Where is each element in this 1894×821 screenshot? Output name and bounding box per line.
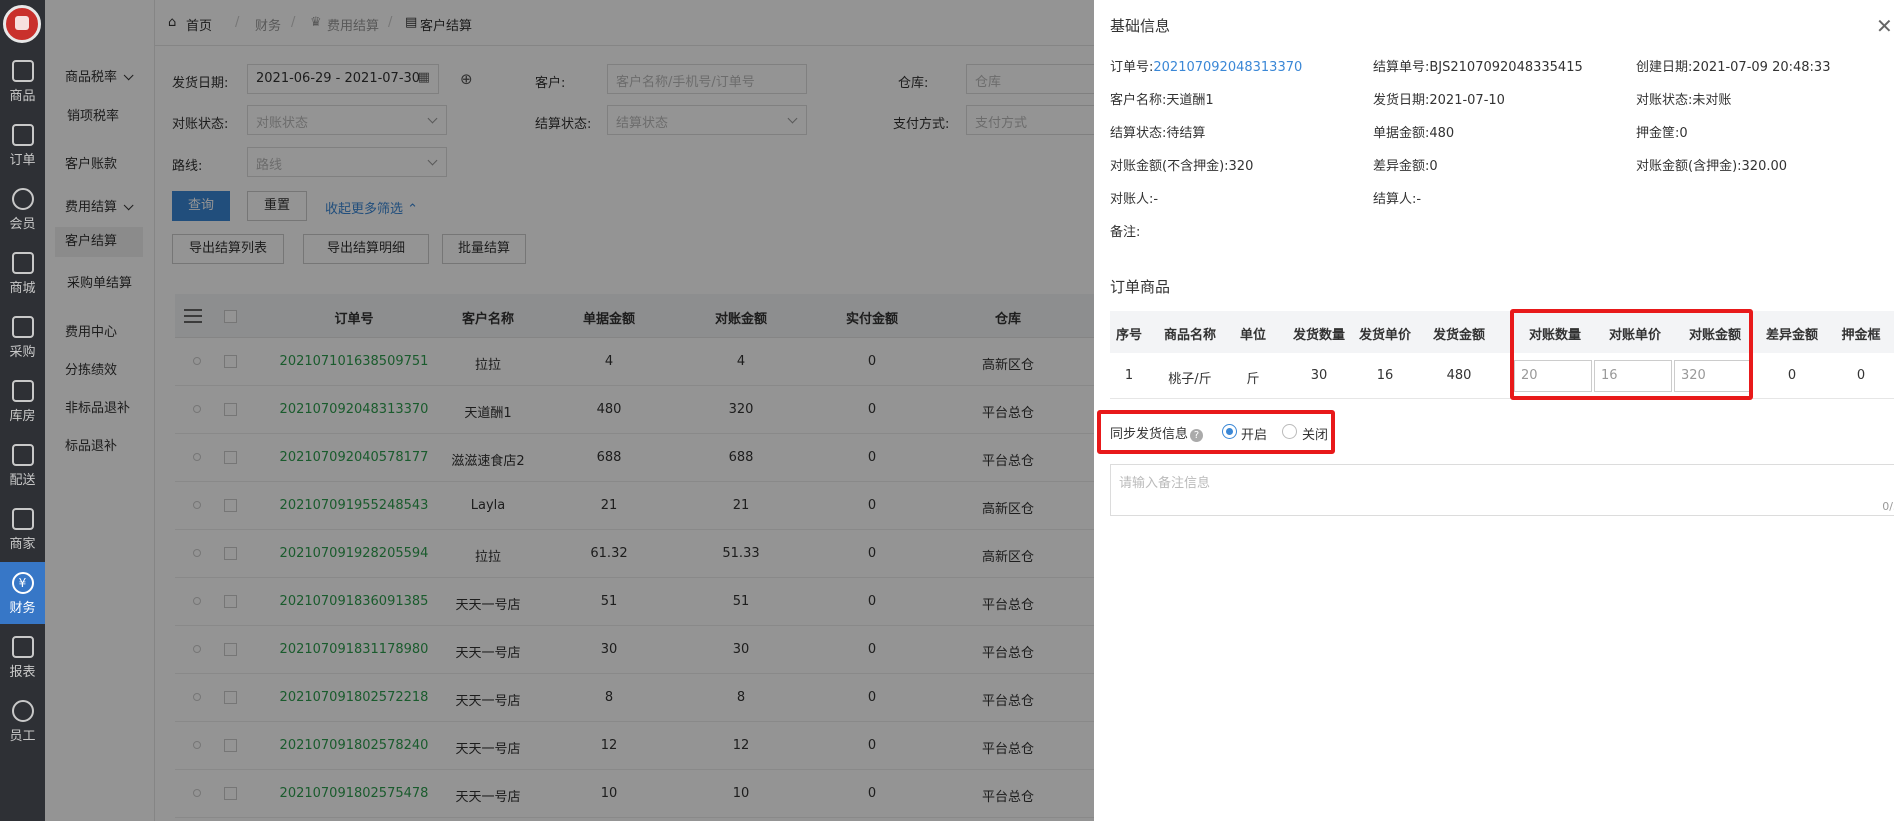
nav-item-reports[interactable]: 报表: [0, 626, 45, 688]
basic-info-title: 基础信息: [1110, 17, 1171, 35]
nav-item-staff[interactable]: 员工: [0, 690, 45, 752]
clipboard-icon: [11, 316, 34, 338]
remark-textarea[interactable]: 请输入备注信息 0/50: [1110, 464, 1894, 516]
logo-icon: [3, 5, 41, 43]
member-icon: [11, 188, 34, 210]
nav-item-orders[interactable]: 订单: [0, 114, 45, 176]
nav-item-delivery[interactable]: 配送: [0, 434, 45, 496]
sync-on-radio[interactable]: [1222, 424, 1237, 439]
order-no-link[interactable]: 202107092048313370: [1153, 60, 1302, 75]
recon-amount-ex-field: 对账金额(不含押金):320: [1110, 159, 1254, 174]
nav-item-members[interactable]: 会员: [0, 178, 45, 240]
goods-row: 1 桃子/斤 斤 30 16 480 20 16 320 0 0: [1110, 353, 1894, 399]
warehouse-icon: [11, 380, 34, 402]
yen-icon: ¥: [11, 572, 34, 594]
chart-icon: [11, 636, 34, 658]
recon-status-field: 对账状态:未对账: [1636, 93, 1732, 108]
highlight-recon-columns: [1510, 309, 1753, 400]
doc-amount-field: 单据金额:480: [1373, 126, 1455, 141]
shop-icon: [11, 508, 34, 530]
truck-icon: [11, 444, 34, 466]
help-icon[interactable]: ?: [1190, 429, 1204, 442]
staff-icon: [11, 700, 34, 722]
nav-item-finance[interactable]: ¥ 财务: [0, 562, 45, 624]
deposit-basket-field: 押金筐:0: [1636, 126, 1688, 141]
modal-overlay[interactable]: [45, 0, 1095, 821]
nav-item-purchase[interactable]: 采购: [0, 306, 45, 368]
goods-table-header: 序号 商品名称 单位 发货数量 发货单价 发货金额 对账数量 对账单价 对账金额…: [1110, 311, 1894, 353]
recon-amount-in-field: 对账金额(含押金):320.00: [1636, 159, 1788, 174]
create-date-field: 创建日期:2021-07-09 20:48:33: [1636, 60, 1831, 75]
nav-item-goods[interactable]: 商品: [0, 50, 45, 112]
remark-char-count: 0/50: [1882, 500, 1894, 513]
orders-icon: [11, 124, 34, 146]
remark-field-label: 备注:: [1110, 225, 1141, 240]
settle-no-field: 结算单号:BJS2107092048335415: [1373, 60, 1583, 75]
diff-amount-field: 差异金额:0: [1373, 159, 1438, 174]
customer-field: 客户名称:天道酬1: [1110, 93, 1214, 108]
sync-off-radio[interactable]: [1282, 424, 1297, 439]
nav-item-merchant[interactable]: 商家: [0, 498, 45, 560]
goods-icon: [11, 60, 34, 82]
nav-item-warehouse[interactable]: 库房: [0, 370, 45, 432]
sync-ship-info-label: 同步发货信息?: [1110, 423, 1204, 442]
settle-person-field: 结算人:-: [1373, 192, 1422, 207]
sync-off-label[interactable]: 关闭: [1302, 424, 1328, 443]
sync-on-label[interactable]: 开启: [1241, 424, 1267, 443]
home-icon: [11, 252, 34, 274]
settlement-detail-drawer: 基础信息 ✕ 订单号:202107092048313370 结算单号:BJS21…: [1094, 0, 1894, 821]
ship-date-field: 发货日期:2021-07-10: [1373, 93, 1505, 108]
close-icon[interactable]: ✕: [1876, 14, 1893, 38]
main-nav: 商品 订单 会员 商城 采购 库房 配送 商家 ¥ 财务 报表 员工: [0, 0, 45, 821]
recon-person-field: 对账人:-: [1110, 192, 1159, 207]
order-goods-title: 订单商品: [1110, 278, 1171, 296]
order-no-field: 订单号:202107092048313370: [1110, 60, 1303, 75]
nav-item-mall[interactable]: 商城: [0, 242, 45, 304]
settle-status-field: 结算状态:待结算: [1110, 126, 1206, 141]
